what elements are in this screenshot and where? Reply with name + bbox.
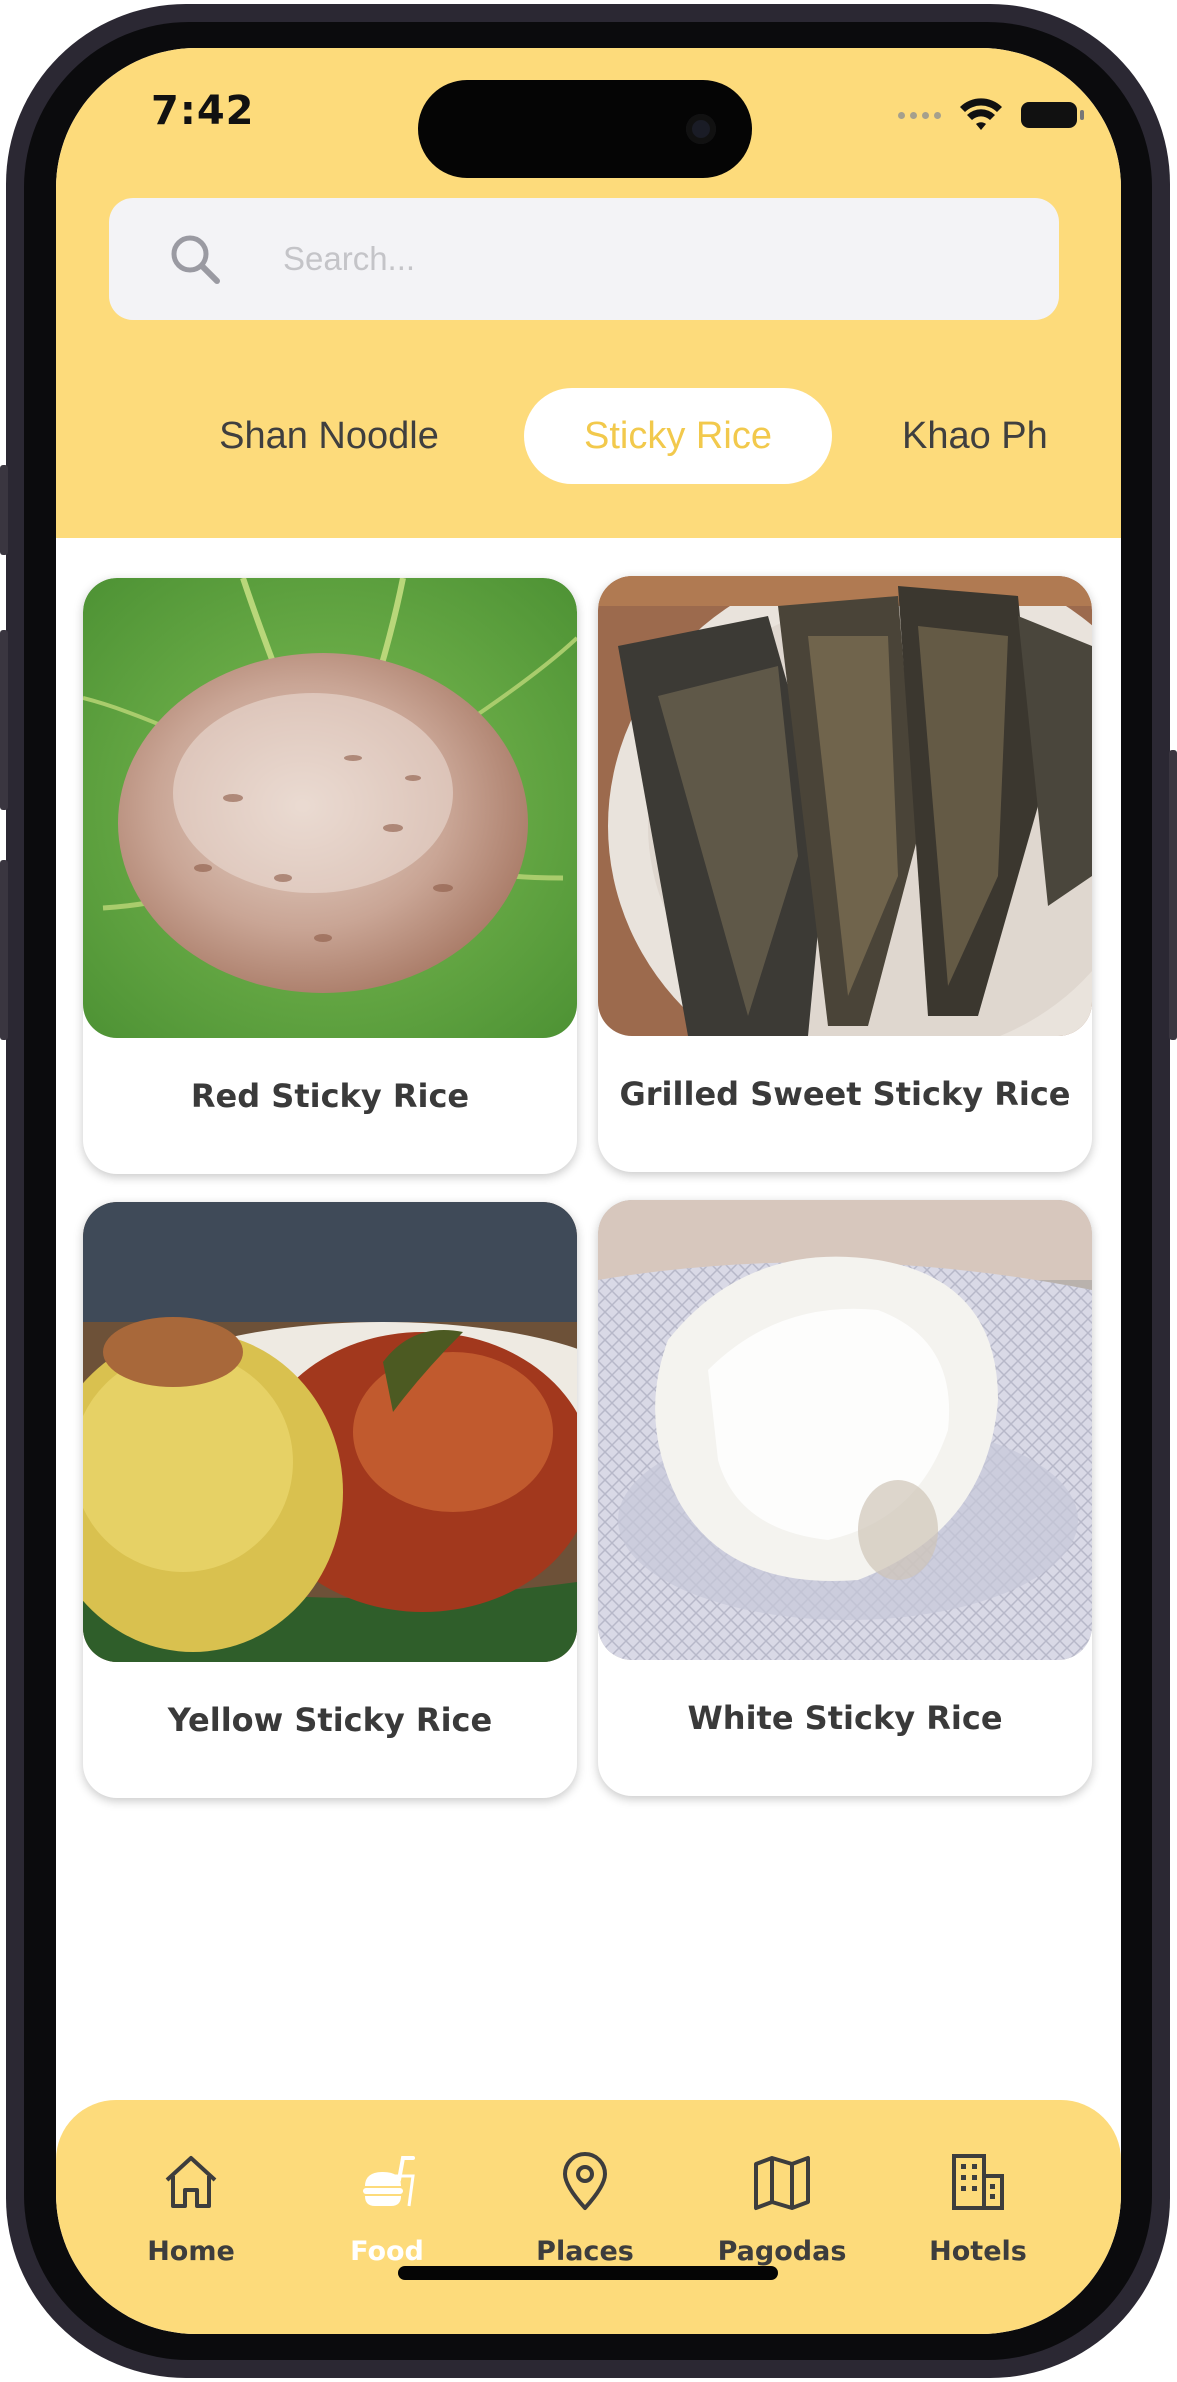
food-card-title: White Sticky Rice [687,1699,1003,1737]
tab-khao-ph[interactable]: Khao Ph [902,388,1121,484]
food-icon [363,2156,415,2207]
search-bar[interactable] [109,198,1059,320]
food-card-title: Grilled Sweet Sticky Rice [619,1075,1071,1113]
food-card-title: Red Sticky Rice [190,1077,470,1115]
food-image-yellow-sticky-rice [83,1202,577,1662]
food-card[interactable]: Grilled Sweet Sticky Rice [598,576,1092,1172]
food-image-red-sticky-rice [83,578,577,1038]
food-image-grilled-sweet-sticky-rice [598,576,1092,1036]
app-screen: 7:42 Shan Noodle Sticky Rice [56,48,1121,2334]
side-button-mute [0,465,8,555]
map-pin-icon [563,2152,607,2210]
nav-item-pagodas[interactable]: Pagodas [702,2150,862,2267]
side-button-volume-up [0,630,8,810]
nav-label: Food [350,2236,424,2267]
status-time: 7:42 [151,88,255,134]
building-icon [952,2154,1004,2210]
cellular-signal-icon [898,111,941,119]
side-button-volume-down [0,860,8,1040]
wifi-icon [960,98,1002,130]
dynamic-island [418,80,752,178]
nav-item-places[interactable]: Places [505,2150,665,2267]
bottom-navigation: Home Food Places Pagodas Hotels [56,2100,1121,2334]
category-tabs: Shan Noodle Sticky Rice Khao Ph [56,388,1121,484]
camera-icon [686,114,716,144]
home-icon [165,2156,217,2208]
search-icon [167,231,223,287]
battery-icon [1021,102,1084,128]
side-button-power [1169,750,1177,1040]
nav-item-hotels[interactable]: Hotels [898,2150,1058,2267]
home-indicator[interactable] [398,2266,778,2280]
nav-item-food[interactable]: Food [307,2150,467,2267]
search-input[interactable] [281,239,985,279]
tab-sticky-rice[interactable]: Sticky Rice [524,388,832,484]
tab-shan-noodle[interactable]: Shan Noodle [204,388,454,484]
map-icon [754,2156,810,2210]
header: 7:42 Shan Noodle Sticky Rice [56,48,1121,538]
nav-label: Hotels [929,2236,1027,2267]
nav-label: Home [147,2236,235,2267]
food-card[interactable]: White Sticky Rice [598,1200,1092,1796]
food-card-title: Yellow Sticky Rice [167,1701,493,1739]
food-card[interactable]: Yellow Sticky Rice [83,1202,577,1798]
nav-item-home[interactable]: Home [111,2150,271,2267]
food-card[interactable]: Red Sticky Rice [83,578,577,1174]
food-image-white-sticky-rice [598,1200,1092,1660]
nav-label: Places [536,2236,634,2267]
status-icons [898,98,1084,132]
nav-label: Pagodas [717,2236,847,2267]
